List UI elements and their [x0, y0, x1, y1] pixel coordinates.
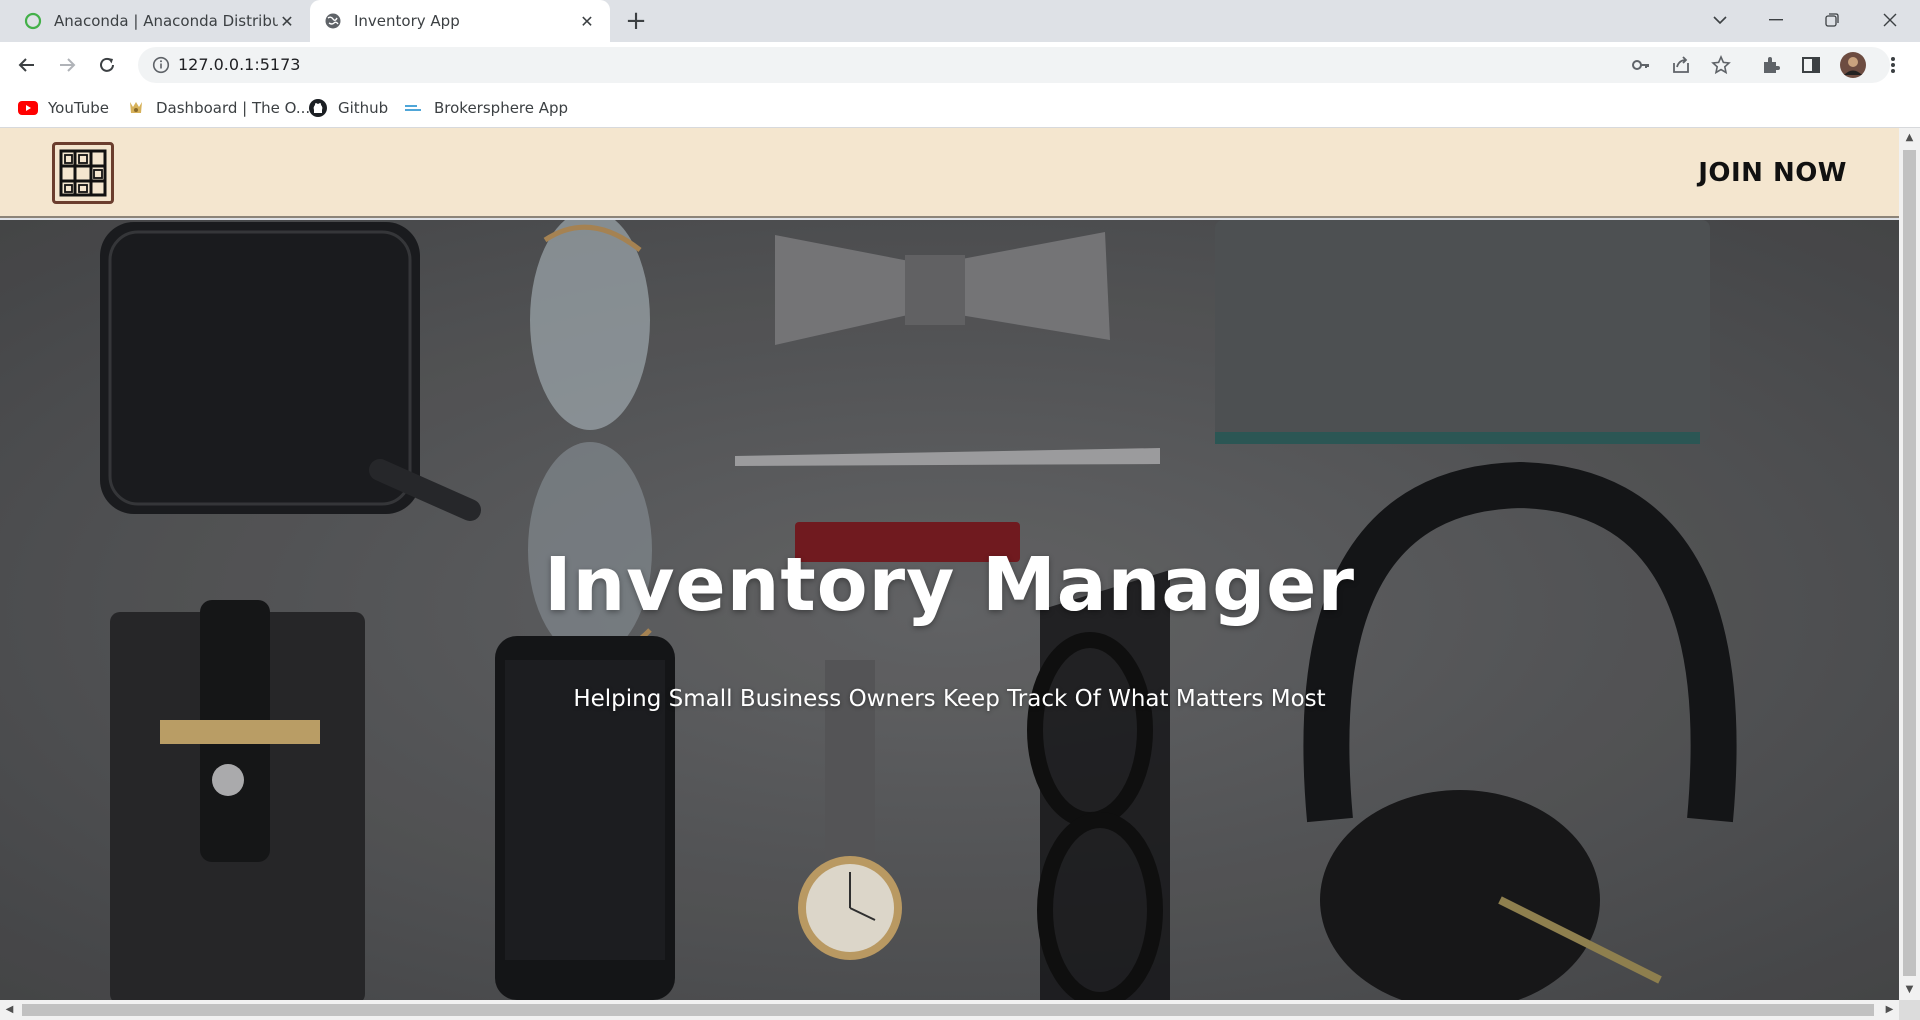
avatar[interactable]: [1838, 50, 1868, 80]
join-now-link[interactable]: JOIN NOW: [1698, 158, 1847, 188]
address-bar[interactable]: 127.0.0.1:5173: [138, 47, 1890, 83]
minimize-icon[interactable]: [1754, 0, 1798, 40]
key-icon[interactable]: [1630, 54, 1652, 76]
url-text: 127.0.0.1:5173: [178, 55, 301, 74]
bookmark-label: YouTube: [48, 99, 109, 117]
hero-section: Inventory Manager Helping Small Business…: [0, 220, 1899, 1000]
arrow-left-icon: [18, 58, 34, 72]
horizontal-scrollbar[interactable]: ◀ ▶: [0, 1000, 1899, 1020]
share-icon[interactable]: [1670, 54, 1692, 76]
reload-icon: [100, 57, 114, 72]
scrollbar-corner: [1899, 1000, 1920, 1020]
forward-button[interactable]: [52, 50, 82, 80]
scroll-right-icon[interactable]: ▶: [1884, 1004, 1895, 1015]
tab-title: Anaconda | Anaconda Distributio: [54, 12, 278, 30]
odin-icon: [126, 98, 146, 118]
reload-button[interactable]: [92, 50, 122, 80]
tab-search-icon[interactable]: [1698, 0, 1742, 40]
tab-title: Inventory App: [354, 12, 460, 30]
tab-anaconda[interactable]: Anaconda | Anaconda Distributio ✕: [10, 0, 310, 42]
close-icon[interactable]: ✕: [278, 12, 296, 31]
site-navbar: JOIN NOW: [0, 128, 1899, 218]
hero-title: Inventory Manager: [544, 542, 1355, 628]
side-panel-icon[interactable]: [1796, 50, 1826, 80]
bookmarks-bar: YouTube Dashboard | The O... Github Brok…: [0, 88, 1920, 128]
close-icon[interactable]: ✕: [578, 12, 596, 31]
bookmark-dashboard[interactable]: Dashboard | The O...: [126, 96, 310, 120]
new-tab-button[interactable]: +: [622, 8, 650, 36]
scroll-down-icon[interactable]: ▼: [1904, 984, 1915, 995]
anaconda-ring-icon: [24, 12, 42, 30]
bookmark-youtube[interactable]: YouTube: [18, 96, 109, 120]
restore-icon[interactable]: [1810, 0, 1854, 40]
bookmark-github[interactable]: Github: [308, 96, 388, 120]
bookmark-brokersphere[interactable]: Brokersphere App: [404, 96, 568, 120]
star-icon[interactable]: [1710, 54, 1732, 76]
browser-toolbar: 127.0.0.1:5173: [0, 42, 1920, 88]
scrollbar-thumb[interactable]: [1903, 150, 1916, 976]
globe-icon: [324, 12, 342, 30]
bookmark-label: Brokersphere App: [434, 99, 569, 117]
page-viewport: JOIN NOW Inventory Manager Helping Small…: [0, 128, 1899, 1000]
hero-subtitle: Helping Small Business Owners Keep Track…: [573, 686, 1326, 712]
brokersphere-icon: [404, 98, 424, 118]
arrow-right-icon: [60, 58, 76, 72]
warehouse-shelves-icon[interactable]: [52, 142, 114, 204]
extensions-icon[interactable]: [1756, 50, 1786, 80]
site-info-icon[interactable]: [152, 56, 170, 74]
github-icon: [308, 98, 328, 118]
tab-strip: Anaconda | Anaconda Distributio ✕ Invent…: [0, 0, 1920, 42]
tab-inventory-app[interactable]: Inventory App ✕: [310, 0, 610, 42]
scrollbar-thumb[interactable]: [22, 1004, 1874, 1016]
vertical-scrollbar[interactable]: ▲ ▼: [1899, 128, 1920, 1000]
menu-icon[interactable]: [1878, 50, 1908, 80]
bookmark-label: Dashboard | The O...: [156, 99, 311, 117]
scroll-up-icon[interactable]: ▲: [1904, 132, 1915, 143]
back-button[interactable]: [12, 50, 42, 80]
youtube-icon: [18, 98, 38, 118]
scroll-left-icon[interactable]: ◀: [4, 1004, 15, 1015]
bookmark-label: Github: [338, 99, 389, 117]
close-icon[interactable]: [1868, 0, 1912, 40]
